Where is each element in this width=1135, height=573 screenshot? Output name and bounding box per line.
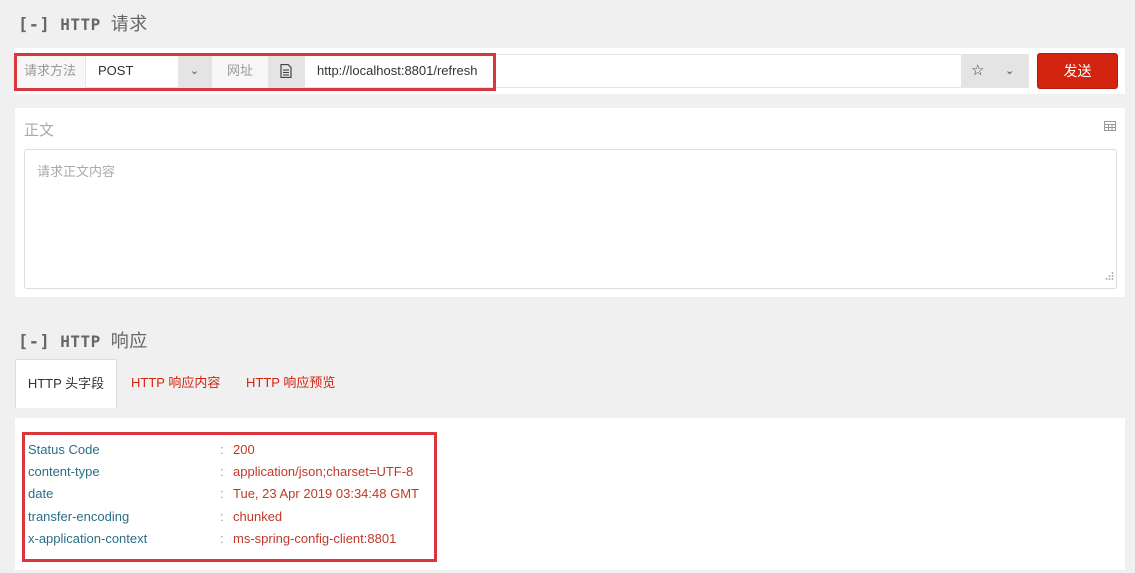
request-body-panel: 正文 请求正文内容 bbox=[15, 108, 1125, 297]
request-section-title: [-] HTTP 请求 bbox=[18, 10, 148, 36]
header-separator: : bbox=[220, 464, 224, 479]
response-section-proto: HTTP bbox=[60, 332, 101, 351]
method-select[interactable]: POST ⌄ bbox=[85, 54, 212, 88]
response-headers-panel: Status Code : 200 content-type : applica… bbox=[15, 418, 1125, 570]
resize-grip-icon[interactable] bbox=[1104, 268, 1114, 286]
favorite-dropdown[interactable]: ☆ ⌄ bbox=[961, 54, 1029, 88]
response-section-title: [-] HTTP 响应 bbox=[18, 327, 148, 353]
header-value: 200 bbox=[233, 442, 255, 457]
body-title: 正文 bbox=[24, 122, 55, 139]
star-icon[interactable]: ☆ bbox=[971, 54, 984, 88]
header-key: Status Code bbox=[28, 442, 100, 457]
header-value: application/json;charset=UTF-8 bbox=[233, 464, 414, 479]
response-collapse-toggle[interactable]: [-] bbox=[18, 332, 50, 352]
url-label: 网址 bbox=[212, 54, 268, 88]
header-key: date bbox=[28, 486, 54, 501]
response-section-label: 响应 bbox=[110, 331, 148, 351]
request-section-proto: HTTP bbox=[60, 15, 101, 34]
header-key: x-application-context bbox=[28, 531, 148, 546]
url-input[interactable]: http://localhost:8801/refresh bbox=[304, 54, 961, 88]
method-label: 请求方法 bbox=[15, 54, 85, 88]
tab-headers[interactable]: HTTP 头字段 bbox=[15, 359, 117, 408]
header-separator: : bbox=[220, 442, 224, 457]
request-collapse-toggle[interactable]: [-] bbox=[18, 15, 50, 35]
header-key: content-type bbox=[28, 464, 100, 479]
document-icon[interactable] bbox=[268, 54, 304, 88]
header-key: transfer-encoding bbox=[28, 509, 130, 524]
header-value: Tue, 23 Apr 2019 03:34:48 GMT bbox=[233, 486, 419, 501]
header-separator: : bbox=[220, 509, 224, 524]
chevron-down-icon[interactable]: ⌄ bbox=[178, 55, 211, 87]
body-placeholder: 请求正文内容 bbox=[37, 164, 116, 179]
table-icon[interactable] bbox=[1104, 118, 1116, 136]
request-section-label: 请求 bbox=[110, 14, 148, 34]
header-separator: : bbox=[220, 486, 224, 501]
tab-response-preview[interactable]: HTTP 响应预览 bbox=[246, 359, 335, 408]
chevron-down-icon[interactable]: ⌄ bbox=[1005, 54, 1014, 88]
header-value: ms-spring-config-client:8801 bbox=[233, 531, 397, 546]
request-body-textarea[interactable]: 请求正文内容 bbox=[24, 149, 1117, 289]
tab-response-content[interactable]: HTTP 响应内容 bbox=[131, 359, 220, 408]
request-bar: 请求方法 POST ⌄ 网址 http://localhost:8801/ref… bbox=[15, 48, 1125, 94]
header-value: chunked bbox=[233, 509, 283, 524]
send-button[interactable]: 发送 bbox=[1037, 53, 1118, 89]
method-value: POST bbox=[98, 63, 134, 78]
header-separator: : bbox=[220, 531, 224, 546]
